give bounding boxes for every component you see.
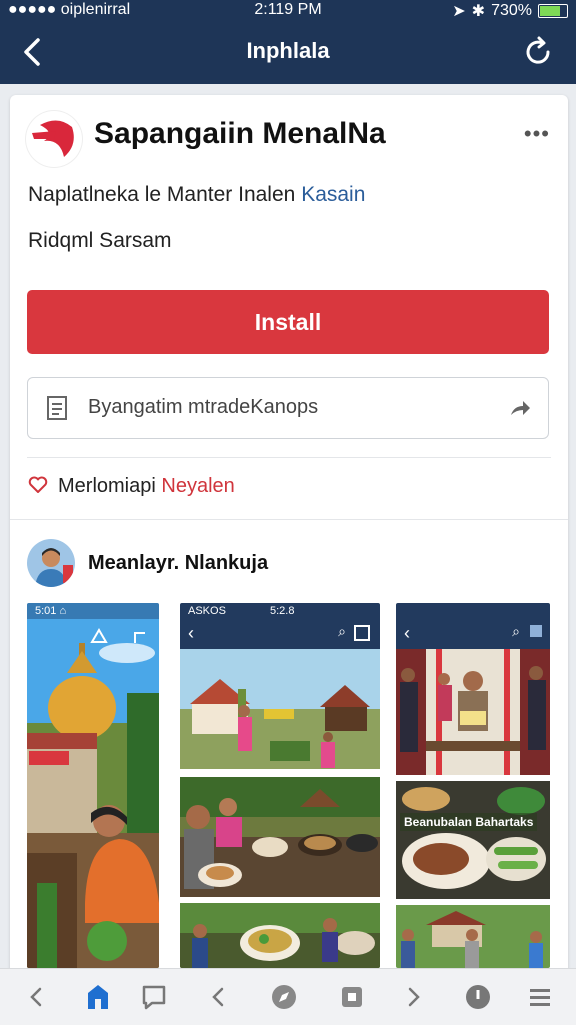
screenshot-2-photo-middle	[180, 777, 380, 897]
chat-icon[interactable]	[138, 981, 170, 1013]
refresh-icon[interactable]	[520, 34, 556, 70]
search-icon: ⌕	[512, 623, 520, 639]
document-icon	[47, 396, 67, 420]
screenshot-2-photo-top	[180, 649, 380, 769]
screenshot-2-photo-bottom	[180, 903, 380, 968]
screenshot-3-photo-middle	[396, 781, 550, 899]
divider	[27, 457, 551, 458]
menu-icon[interactable]	[524, 981, 556, 1013]
screenshot-1[interactable]: 5:01 ⌂	[27, 603, 159, 968]
favorite-highlight: Neyalen	[161, 475, 235, 497]
screenshot-3-header: ‹ ⌕	[396, 603, 550, 649]
square-icon[interactable]	[336, 981, 368, 1013]
bottom-toolbar	[0, 968, 576, 1025]
screenshot-3-photo-bottom	[396, 905, 550, 968]
app-name: Sapangaiin MenalNa	[94, 117, 386, 150]
status-right: ➤ ✱ 730%	[452, 1, 568, 21]
prev-icon[interactable]	[202, 981, 234, 1013]
info-icon[interactable]	[462, 981, 494, 1013]
share-label: Byangatim mtradeKanops	[88, 396, 319, 418]
edit-icon	[134, 632, 145, 643]
compass-icon[interactable]	[268, 981, 300, 1013]
favorite-label: Merlomiapi	[58, 475, 156, 497]
back-icon[interactable]	[20, 981, 52, 1013]
chevron-left-icon: ‹	[188, 623, 194, 643]
upload-icon	[90, 628, 108, 643]
more-options-button[interactable]: •••	[524, 121, 550, 147]
screenshot-1-status: 5:01 ⌂	[35, 605, 67, 617]
share-row[interactable]: Byangatim mtradeKanops	[27, 377, 549, 439]
app-description: Naplatlneka le Manter Inalen Kasain	[28, 183, 365, 207]
share-arrow-icon[interactable]	[508, 396, 532, 420]
install-button[interactable]: Install	[27, 290, 549, 354]
avatar-image	[27, 539, 75, 587]
status-bar: ●●●●● oiplenirral 2:119 PM ➤ ✱ 730%	[0, 0, 576, 22]
next-icon[interactable]	[398, 981, 430, 1013]
developer-link[interactable]: Kasain	[301, 183, 365, 206]
app-detail-card: Sapangaiin MenalNa ••• Naplatlneka le Ma…	[10, 95, 568, 1020]
favorite-row[interactable]: Merlomiapi Neyalen	[28, 475, 235, 498]
heart-icon	[28, 476, 48, 493]
avatar[interactable]	[27, 539, 75, 587]
square-icon	[530, 625, 542, 637]
author-name: Meanlayr. Nlankuja	[88, 552, 269, 574]
screenshot-3-photo-top	[396, 649, 550, 775]
description-text: Naplatlneka le Manter Inalen	[28, 183, 296, 206]
app-logo	[26, 111, 82, 167]
app-subtitle: Ridqml Sarsam	[28, 229, 172, 252]
navigation-bar: Inphlala	[0, 22, 576, 84]
page-title: Inphlala	[246, 38, 330, 63]
app-logo-icon	[32, 120, 74, 157]
screenshot-1-image	[27, 603, 159, 968]
screenshot-2-status: ASKOS	[188, 605, 226, 617]
screenshot-2[interactable]: ASKOS 5:2.8 ‹ ⌕	[180, 603, 380, 968]
home-icon[interactable]	[82, 981, 114, 1013]
battery-icon	[538, 4, 568, 18]
square-icon	[354, 625, 370, 641]
battery-percent: 730%	[491, 2, 532, 19]
screenshot-3[interactable]: ‹ ⌕ Beanubalan Bahartaks	[396, 603, 550, 968]
search-icon: ⌕	[338, 623, 346, 639]
screenshot-2-time: 5:2.8	[270, 605, 295, 617]
chevron-left-icon: ‹	[404, 623, 410, 643]
bluetooth-icon: ✱	[471, 3, 486, 20]
screenshot-2-header: ASKOS 5:2.8 ‹ ⌕	[180, 603, 380, 649]
location-icon: ➤	[452, 3, 466, 20]
screenshot-3-banner: Beanubalan Bahartaks	[400, 813, 538, 831]
divider	[10, 519, 568, 520]
